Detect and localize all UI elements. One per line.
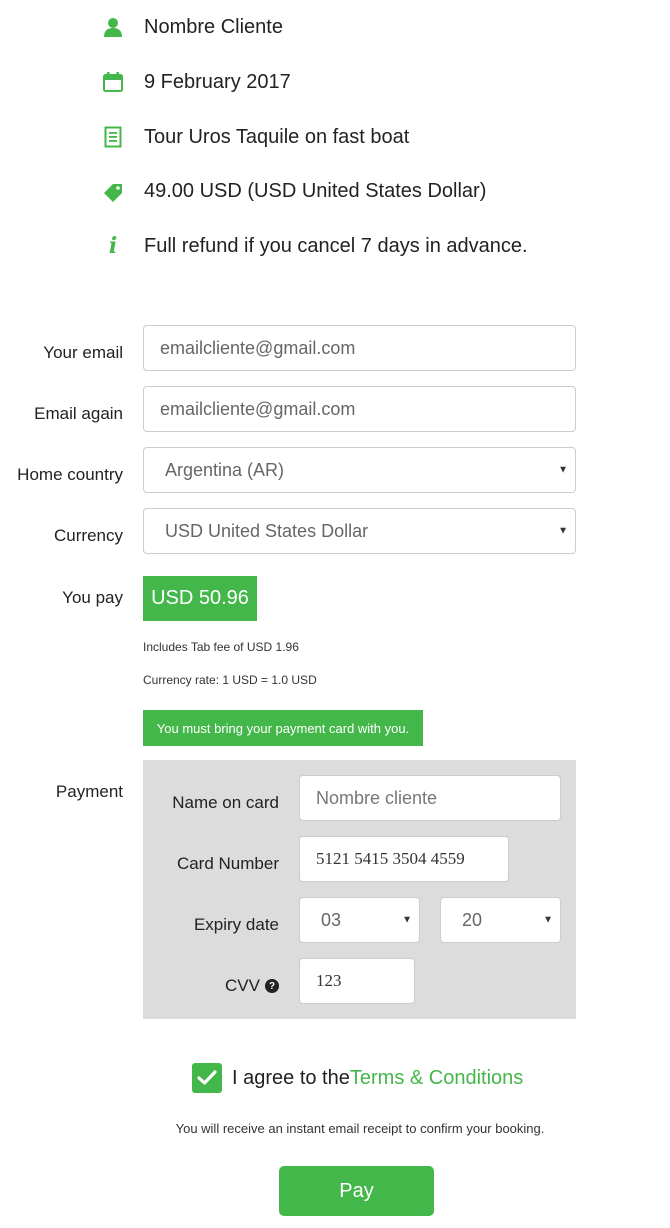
currency-label: Currency [54,526,123,545]
document-icon [100,124,126,150]
terms-checkbox[interactable] [192,1063,222,1093]
expiry-month-select[interactable]: 03 ▼ [299,897,420,943]
email-again-label: Email again [34,404,123,423]
receipt-note: You will receive an instant email receip… [175,1121,545,1136]
terms-text: I agree to the [232,1066,350,1089]
name-on-card-placeholder: Nombre cliente [316,787,438,808]
fee-note: Includes Tab fee of USD 1.96 [143,640,299,654]
terms-link[interactable]: Terms & Conditions [350,1067,523,1090]
calendar-icon [100,69,126,95]
refund-policy: Full refund if you cancel 7 days in adva… [144,234,528,257]
user-icon [100,14,126,40]
card-number-value: 5121 5415 3504 4559 [316,849,465,868]
you-pay-label: You pay [62,588,123,607]
terms-agreement: I agree to the Terms & Conditions [192,1063,523,1093]
chevron-down-icon: ▼ [558,464,568,476]
cvv-value: 123 [316,971,342,990]
chevron-down-icon: ▼ [558,525,568,537]
country-select[interactable]: Argentina (AR) ▼ [143,447,576,493]
cvv-field[interactable]: 123 [299,958,415,1004]
email-field[interactable]: emailcliente@gmail.com [143,325,576,371]
expiry-date-label: Expiry date [193,915,279,934]
name-on-card-field[interactable]: Nombre cliente [299,775,561,821]
payment-panel: Name on card Nombre cliente Card Number … [143,760,576,1019]
cvv-label: CVV [225,976,260,995]
expiry-year-value: 20 [462,909,483,930]
email-value: emailcliente@gmail.com [160,337,356,358]
info-icon: i [108,233,118,259]
tour-price: 49.00 USD (USD United States Dollar) [144,179,487,202]
email-label: Your email [43,343,123,362]
card-number-label: Card Number [176,854,279,873]
currency-select[interactable]: USD United States Dollar ▼ [143,508,576,554]
summary-date: 9 February 2017 [100,67,291,97]
email-again-field[interactable]: emailcliente@gmail.com [143,386,576,432]
booking-date: 9 February 2017 [144,70,291,93]
tour-name: Tour Uros Taquile on fast boat [144,125,410,148]
checkmark-icon [197,1070,217,1085]
card-notice-banner: You must bring your payment card with yo… [143,710,423,746]
chevron-down-icon: ▼ [402,914,412,926]
pay-button[interactable]: Pay [279,1166,434,1216]
help-icon[interactable]: ? [265,979,279,993]
summary-tour: Tour Uros Taquile on fast boat [100,122,409,152]
expiry-month-value: 03 [321,909,342,930]
total-amount-badge: USD 50.96 [143,576,257,621]
card-number-field[interactable]: 5121 5415 3504 4559 [299,836,509,882]
expiry-year-select[interactable]: 20 ▼ [440,897,561,943]
summary-customer: Nombre Cliente [100,12,283,42]
rate-note: Currency rate: 1 USD = 1.0 USD [143,673,317,687]
chevron-down-icon: ▼ [543,914,553,926]
summary-price: 49.00 USD (USD United States Dollar) [100,176,486,206]
currency-value: USD United States Dollar [165,520,369,541]
summary-refund: i Full refund if you cancel 7 days in ad… [100,231,528,261]
price-tag-icon [100,178,126,204]
name-on-card-label: Name on card [172,793,279,812]
email-again-value: emailcliente@gmail.com [160,398,356,419]
customer-name: Nombre Cliente [144,15,283,38]
country-value: Argentina (AR) [165,459,285,480]
cvv-label-group: CVV ? [225,976,279,996]
payment-label: Payment [55,782,123,801]
country-label: Home country [17,465,123,484]
